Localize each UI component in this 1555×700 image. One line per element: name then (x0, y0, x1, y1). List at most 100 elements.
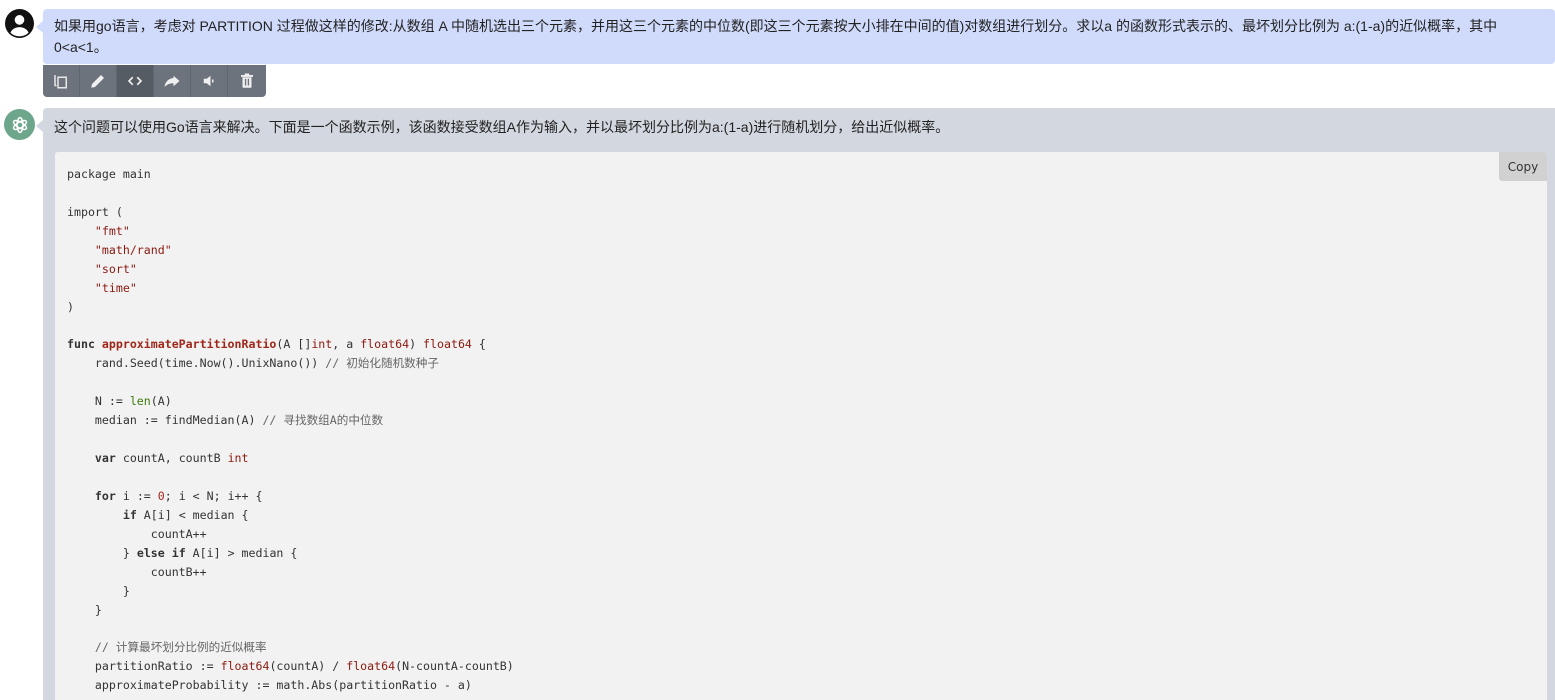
code-line: "sort" (67, 260, 514, 279)
user-icon (5, 9, 34, 38)
code-token: i := (115, 488, 158, 503)
code-token: approximateProbability := math.Abs(parti… (67, 678, 472, 693)
copy-icon (54, 75, 67, 89)
code-token: median := findMedian(A) (67, 413, 263, 428)
speak-button[interactable] (191, 65, 228, 97)
code-line: } (67, 582, 514, 601)
code-token: N := (67, 394, 130, 409)
openai-logo-icon (12, 116, 27, 133)
code-token: (countA) / (269, 659, 347, 674)
code-line: for i := 0; i < N; i++ { (67, 487, 514, 506)
copy-button[interactable] (43, 65, 80, 97)
code-token: countA++ (67, 526, 207, 541)
code-token: ; i < N; i++ { (164, 488, 263, 503)
copy-code-button[interactable]: Copy (1499, 152, 1547, 181)
code-line: func approximatePartitionRatio(A []int, … (67, 335, 514, 354)
message-toolbar (43, 65, 266, 97)
code-line: rand.Seed(time.Now().UnixNano()) // 初始化随… (67, 354, 514, 373)
share-icon (164, 75, 180, 87)
delete-button[interactable] (228, 65, 265, 97)
code-token: // 初始化随机数种子 (325, 356, 439, 371)
code-token: { (471, 337, 486, 352)
code-line: partitionRatio := float64(countA) / floa… (67, 657, 514, 676)
speaker-icon (203, 75, 214, 87)
code-token: else if (136, 545, 186, 560)
code-token: "math/rand" (94, 242, 172, 257)
code-token: len (129, 394, 151, 409)
code-button[interactable] (117, 65, 154, 97)
code-token: approximatePartitionRatio (101, 337, 277, 352)
code-line: var countA, countB int (67, 449, 514, 468)
code-line: ) (67, 298, 514, 317)
code-token: , a (332, 337, 361, 352)
code-line: countA++ (67, 525, 514, 544)
code-token: countA, countB (115, 451, 228, 466)
code-token: } (67, 583, 130, 598)
code-line: import ( (67, 203, 514, 222)
trash-icon (240, 73, 253, 88)
code-line: package main (67, 165, 514, 184)
code-token: "time" (94, 280, 137, 295)
code-token: countB++ (67, 564, 207, 579)
code-token: func (67, 337, 102, 352)
code-token: } (67, 602, 102, 617)
code-token: // 寻找数组A的中位数 (262, 413, 384, 428)
code-line: // 计算最坏划分比例的近似概率 (67, 638, 514, 657)
user-message: 如果用go语言，考虑对 PARTITION 过程做这样的修改:从数组 A 中随机… (36, 9, 1555, 64)
code-line: N := len(A) (67, 392, 514, 411)
code-token: A[i] < median { (136, 507, 249, 522)
code-token: if (122, 507, 137, 522)
code-token: int (311, 337, 333, 352)
code-token: A[i] > median { (185, 545, 298, 560)
code-block: Copy package main import ( "fmt" "math/ra… (55, 152, 1547, 700)
code-token: float64 (346, 659, 396, 674)
code-token: ) (67, 299, 74, 314)
code-token: (A) (150, 394, 172, 409)
code-token: for (94, 488, 116, 503)
code-token: } (67, 545, 137, 560)
code-token: (A [] (276, 337, 312, 352)
code-token: ) (409, 337, 424, 352)
code-token: (N-countA-countB) (395, 659, 514, 674)
code-line: "math/rand" (67, 241, 514, 260)
code-content: package main import ( "fmt" "math/rand" "… (67, 165, 514, 695)
pencil-icon (91, 75, 104, 88)
code-token: "fmt" (94, 223, 130, 238)
code-line: countB++ (67, 563, 514, 582)
code-token: float64 (360, 337, 410, 352)
code-line: if A[i] < median { (67, 506, 514, 525)
code-token: package main (67, 167, 151, 181)
user-message-text: 如果用go语言，考虑对 PARTITION 过程做这样的修改:从数组 A 中随机… (54, 18, 1498, 55)
code-line: "fmt" (67, 222, 514, 241)
code-token: int (227, 451, 249, 466)
code-line: median := findMedian(A) // 寻找数组A的中位数 (67, 411, 514, 430)
code-token: // 计算最坏划分比例的近似概率 (94, 640, 267, 655)
code-token: float64 (423, 337, 472, 352)
code-token: var (94, 451, 116, 466)
code-token: "sort" (94, 261, 137, 276)
code-token: import ( (67, 204, 123, 219)
code-line: "time" (67, 279, 514, 298)
code-line: approximateProbability := math.Abs(parti… (67, 676, 514, 695)
code-token: partitionRatio := (67, 659, 221, 674)
assistant-avatar (4, 109, 35, 140)
code-icon (127, 76, 143, 86)
assistant-intro-text: 这个问题可以使用Go语言来解决。下面是一个函数示例，该函数接受数组A作为输入，并… (54, 119, 950, 135)
code-line: } else if A[i] > median { (67, 544, 514, 563)
edit-button[interactable] (80, 65, 117, 97)
share-button[interactable] (154, 65, 191, 97)
code-token: float64 (220, 659, 270, 674)
